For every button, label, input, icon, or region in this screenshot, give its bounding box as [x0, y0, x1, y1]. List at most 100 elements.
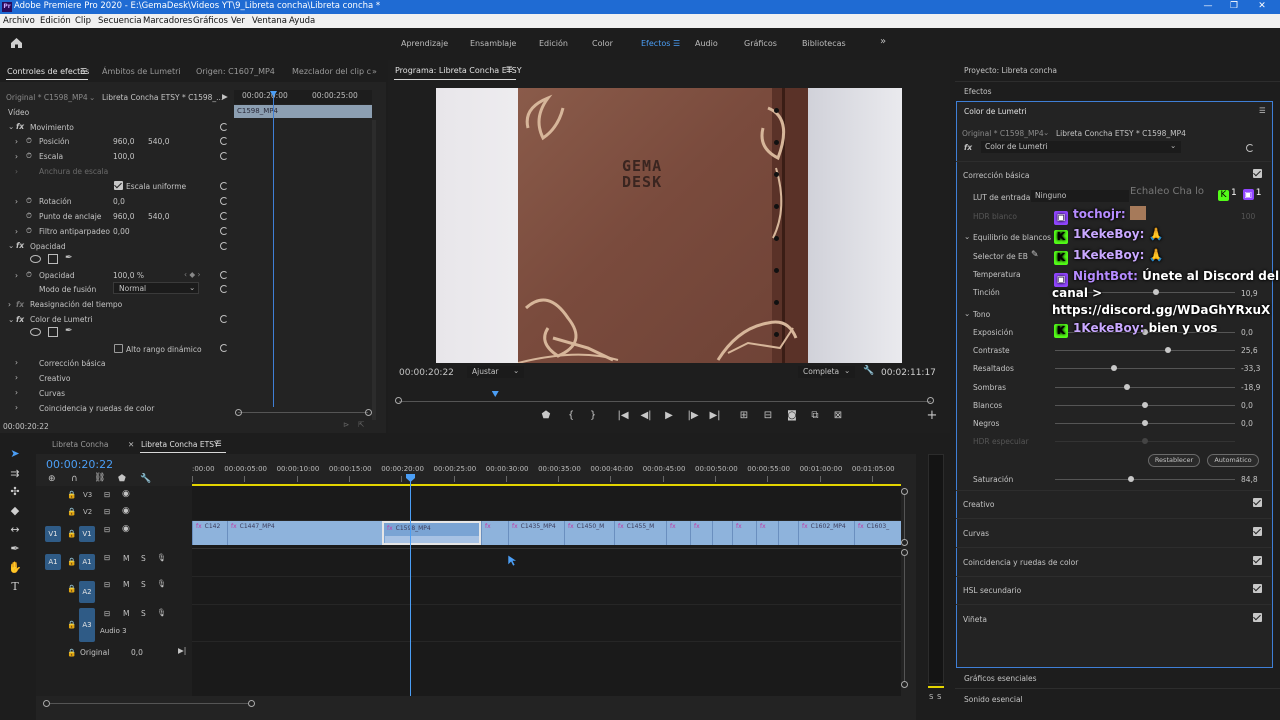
fx-badge-icon[interactable]: fx	[16, 122, 24, 131]
ellipse-mask-icon[interactable]	[30, 328, 41, 336]
reset-icon[interactable]	[220, 137, 228, 145]
vr-video-button[interactable]: ⊠	[831, 410, 845, 421]
stopwatch-icon[interactable]: ⏱	[26, 211, 32, 221]
lumetri-sequence-label[interactable]: Libreta Concha ETSY * C1598_MP4	[1056, 129, 1186, 138]
track-area[interactable]: fx C142 fx C1447_MP4 fx C1598_MP4 fx fx C143…	[192, 474, 901, 696]
tab-audio-clip-mixer[interactable]: Mezclador del clip c	[292, 67, 371, 76]
timeline-clip[interactable]: fx C1455_M	[614, 521, 666, 545]
stopwatch-icon[interactable]: ⏱	[26, 270, 32, 280]
eye-icon[interactable]: ◉	[122, 489, 130, 499]
slip-tool-icon[interactable]: ↔	[6, 522, 24, 538]
reset-icon[interactable]	[220, 197, 228, 205]
more-workspaces-button[interactable]: »	[880, 36, 886, 47]
step-forward-button[interactable]: |▶	[686, 410, 700, 421]
pen-mask-icon[interactable]: ✒	[65, 253, 73, 263]
uniform-scale-checkbox[interactable]	[114, 181, 123, 190]
essential-sound-tab[interactable]: Sonido esencial	[964, 695, 1023, 704]
creative-section[interactable]: Creativo	[963, 500, 994, 509]
zoom-handle-left[interactable]	[43, 700, 50, 707]
tab-lumetri-scopes[interactable]: Ámbitos de Lumetri	[102, 67, 181, 76]
timeline-clip[interactable]: fx	[481, 521, 508, 545]
tone-slider-knob[interactable]	[1124, 384, 1130, 390]
quality-select[interactable]: Completa ⌄	[798, 366, 855, 378]
hsl-checkbox[interactable]	[1253, 584, 1262, 593]
effects-panel-tab[interactable]: Efectos	[964, 87, 992, 96]
menu-secuencia[interactable]: Secuencia	[98, 16, 142, 26]
go-to-end-icon[interactable]: ▶|	[178, 646, 186, 655]
pen-tool-icon[interactable]: ✒	[6, 541, 24, 557]
source-v1-patch[interactable]: V1	[45, 526, 61, 542]
timeline-clip[interactable]: fx C1602_MP4	[798, 521, 854, 545]
lock-icon[interactable]: 🔒	[67, 648, 76, 657]
timeline-clip[interactable]: fx C1435_MP4	[508, 521, 564, 545]
rectangle-mask-icon[interactable]	[48, 254, 58, 264]
export-frame-button[interactable]: ◙	[785, 410, 799, 421]
workspace-bibliotecas[interactable]: Bibliotecas	[802, 39, 846, 48]
panel-menu-icon[interactable]: ☰	[506, 65, 513, 74]
expand-arrow-icon[interactable]: ›	[15, 358, 18, 367]
eye-icon[interactable]: ◉	[122, 506, 130, 516]
time-ruler[interactable]: :00:00 00:00:05:00 00:00:10:00 00:00:15:00 0…	[192, 460, 901, 486]
stopwatch-icon[interactable]: ⏱	[26, 136, 32, 146]
step-back-button[interactable]: ◀|	[639, 410, 653, 421]
menu-ver[interactable]: Ver	[231, 16, 245, 26]
tab-source-monitor[interactable]: Origen: C1607_MP4	[196, 67, 275, 76]
zoom-handle-top[interactable]	[901, 549, 908, 556]
expand-arrow-icon[interactable]: ›	[15, 137, 18, 146]
mini-clip-bar[interactable]: C1598_MP4	[234, 105, 372, 118]
timeline-clip[interactable]: fx C142	[192, 521, 227, 545]
reset-icon[interactable]	[220, 242, 228, 250]
scrollbar[interactable]	[372, 120, 376, 420]
expand-arrow-icon[interactable]: ›	[15, 197, 18, 206]
vignette-checkbox[interactable]	[1253, 613, 1262, 622]
workspace-menu-icon[interactable]: ☰	[673, 39, 680, 48]
pen-mask-icon[interactable]: ✒	[65, 326, 73, 336]
source-clip-label[interactable]: Original * C1598_MP4	[6, 93, 88, 102]
razor-tool-icon[interactable]: ◆	[6, 503, 24, 519]
zoom-handle-right[interactable]	[927, 397, 934, 404]
scale-value[interactable]: 100,0	[113, 152, 134, 161]
sequence-tab[interactable]: Libreta Concha	[52, 440, 109, 449]
lumetri-effect-select[interactable]: Color de Lumetri ⌄	[981, 141, 1181, 153]
snap-icon[interactable]: ∩	[71, 474, 78, 484]
wrench-icon[interactable]: 🔧	[863, 366, 874, 376]
workspace-graficos[interactable]: Gráficos	[744, 39, 777, 48]
export-icon[interactable]: ⇱	[358, 420, 364, 429]
selection-tool-icon[interactable]: ➤	[6, 446, 24, 462]
menu-marcadores[interactable]: Marcadores	[143, 16, 192, 26]
timeline-clip[interactable]	[712, 521, 732, 545]
video-frame[interactable]: GEMA DESK	[436, 88, 902, 363]
program-timecode[interactable]: 00:00:20:22	[399, 368, 454, 378]
insert-button[interactable]: ⊞	[737, 410, 751, 421]
sync-lock-icon[interactable]: ⊟	[104, 609, 110, 618]
expand-arrow-icon[interactable]: ⌄	[8, 241, 14, 250]
mark-out-button[interactable]: }	[586, 410, 600, 421]
panel-menu-icon[interactable]: ☰	[215, 439, 222, 448]
reset-icon[interactable]	[220, 212, 228, 220]
position-x-value[interactable]: 960,0	[113, 137, 134, 146]
mute-button[interactable]: M	[123, 609, 129, 618]
timeline-timecode[interactable]: 00:00:20:22	[46, 458, 113, 471]
timeline-clip[interactable]: fx	[666, 521, 690, 545]
opacity-value[interactable]: 100,0 %	[113, 271, 144, 280]
reset-icon[interactable]	[220, 227, 228, 235]
tone-slider-track[interactable]	[1055, 387, 1235, 388]
workspace-audio[interactable]: Audio	[695, 39, 718, 48]
add-marker-button[interactable]: ⬟	[539, 410, 553, 421]
track-a3-label[interactable]: A3	[79, 608, 95, 642]
close-button[interactable]: ✕	[1250, 0, 1274, 14]
hand-tool-icon[interactable]: ✋	[6, 560, 24, 576]
saturation-slider-track[interactable]	[1055, 479, 1235, 480]
program-scrubber[interactable]	[395, 391, 934, 404]
fx-badge-icon[interactable]: fx	[16, 315, 24, 324]
mini-playhead[interactable]	[273, 93, 274, 407]
timeline-clip[interactable]: fx C1603_	[854, 521, 901, 545]
menu-ayuda[interactable]: Ayuda	[289, 16, 315, 26]
settings-wrench-icon[interactable]: 🔧	[140, 474, 151, 484]
tone-slider-value[interactable]: -33,3	[1241, 364, 1260, 373]
curves-label[interactable]: Curvas	[39, 389, 65, 398]
reset-icon[interactable]	[220, 123, 228, 131]
timeline-clip[interactable]: fx	[756, 521, 778, 545]
track-v1-label[interactable]: V1	[79, 526, 95, 542]
stopwatch-icon[interactable]: ⏱	[26, 226, 32, 236]
